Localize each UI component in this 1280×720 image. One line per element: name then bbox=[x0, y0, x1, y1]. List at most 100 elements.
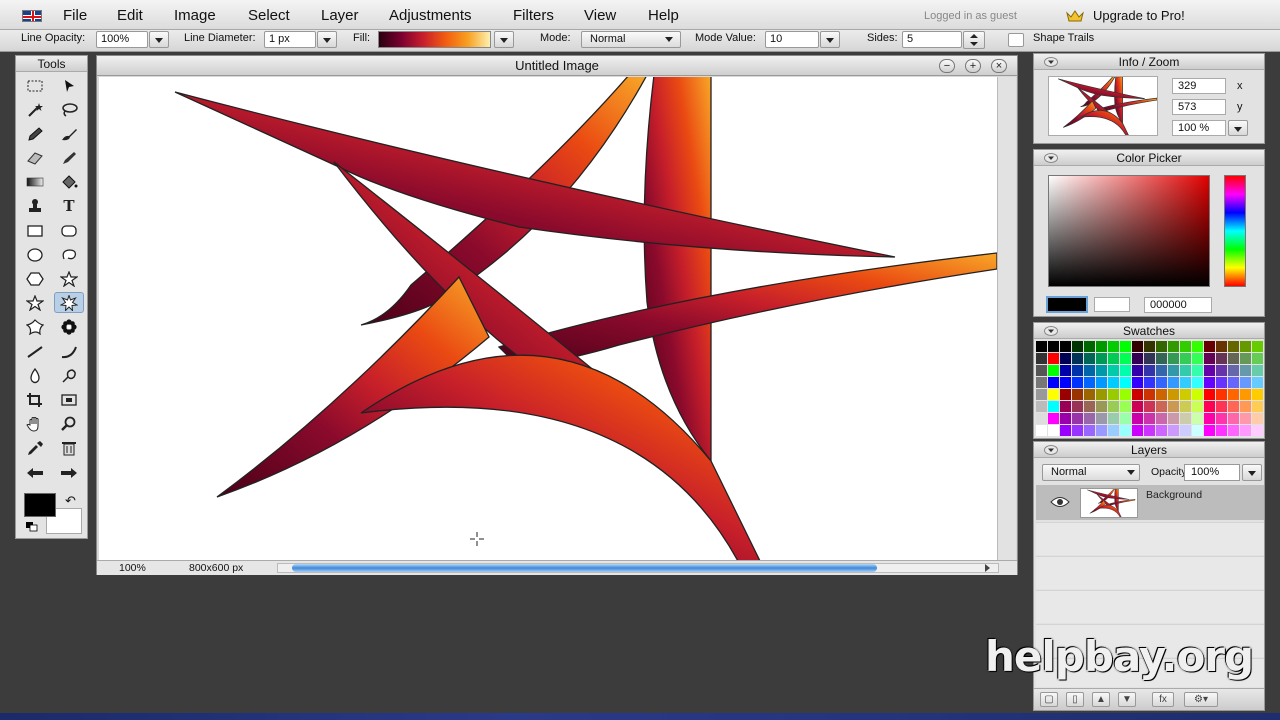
hue-slider[interactable] bbox=[1224, 175, 1246, 287]
menu-help[interactable]: Help bbox=[648, 7, 679, 24]
type-tool-icon[interactable]: T bbox=[54, 195, 84, 216]
swatch-cell[interactable] bbox=[1168, 377, 1179, 388]
fill-gradient-swatch[interactable] bbox=[378, 31, 491, 48]
layer-opacity-dropdown[interactable] bbox=[1242, 464, 1262, 481]
swatch-cell[interactable] bbox=[1192, 341, 1203, 352]
swatch-cell[interactable] bbox=[1204, 389, 1215, 400]
swatch-cell[interactable] bbox=[1096, 377, 1107, 388]
trash-icon[interactable] bbox=[54, 437, 84, 458]
swatch-cell[interactable] bbox=[1228, 377, 1239, 388]
swatch-cell[interactable] bbox=[1072, 413, 1083, 424]
saturation-brightness-field[interactable] bbox=[1048, 175, 1210, 287]
swatch-cell[interactable] bbox=[1228, 413, 1239, 424]
mode-value-field[interactable]: 10 bbox=[765, 31, 819, 48]
default-colors-icon[interactable] bbox=[26, 522, 38, 532]
swatch-cell[interactable] bbox=[1036, 425, 1047, 436]
swatch-cell[interactable] bbox=[1216, 377, 1227, 388]
swatch-cell[interactable] bbox=[1048, 365, 1059, 376]
swatch-cell[interactable] bbox=[1048, 341, 1059, 352]
swatch-cell[interactable] bbox=[1144, 401, 1155, 412]
star-shape-tool-icon[interactable] bbox=[54, 292, 84, 313]
swatch-cell[interactable] bbox=[1228, 389, 1239, 400]
vertical-scrollbar[interactable] bbox=[997, 77, 1016, 560]
language-flag-icon[interactable] bbox=[22, 10, 42, 22]
menu-filters[interactable]: Filters bbox=[513, 7, 554, 24]
swatch-cell[interactable] bbox=[1084, 401, 1095, 412]
swatch-cell[interactable] bbox=[1048, 353, 1059, 364]
swatch-cell[interactable] bbox=[1084, 425, 1095, 436]
collapse-panel-icon[interactable] bbox=[1044, 57, 1058, 67]
swatch-cell[interactable] bbox=[1168, 401, 1179, 412]
fill-dropdown[interactable] bbox=[494, 31, 514, 48]
upgrade-link[interactable]: Upgrade to Pro! bbox=[1093, 8, 1185, 23]
foreground-color-swatch[interactable] bbox=[24, 493, 56, 517]
swatch-cell[interactable] bbox=[1252, 389, 1263, 400]
swatch-cell[interactable] bbox=[1192, 365, 1203, 376]
swatch-cell[interactable] bbox=[1096, 389, 1107, 400]
collapse-panel-icon[interactable] bbox=[1044, 445, 1058, 455]
swatch-cell[interactable] bbox=[1192, 401, 1203, 412]
swatch-cell[interactable] bbox=[1180, 341, 1191, 352]
swatch-cell[interactable] bbox=[1072, 389, 1083, 400]
swatch-cell[interactable] bbox=[1132, 413, 1143, 424]
swatch-cell[interactable] bbox=[1168, 389, 1179, 400]
swatch-cell[interactable] bbox=[1192, 377, 1203, 388]
line-diameter-dropdown[interactable] bbox=[317, 31, 337, 48]
swatch-cell[interactable] bbox=[1240, 401, 1251, 412]
swatch-cell[interactable] bbox=[1240, 365, 1251, 376]
paint-bucket-tool-icon[interactable] bbox=[54, 171, 84, 192]
blur-tool-icon[interactable] bbox=[20, 365, 50, 386]
swatch-cell[interactable] bbox=[1240, 341, 1251, 352]
swatch-cell[interactable] bbox=[1144, 389, 1155, 400]
swatch-cell[interactable] bbox=[1108, 377, 1119, 388]
swatch-cell[interactable] bbox=[1120, 377, 1131, 388]
swatch-cell[interactable] bbox=[1120, 413, 1131, 424]
swatch-cell[interactable] bbox=[1156, 425, 1167, 436]
eye-visibility-icon[interactable] bbox=[1050, 496, 1070, 508]
swatch-cell[interactable] bbox=[1204, 377, 1215, 388]
swatch-cell[interactable] bbox=[1120, 425, 1131, 436]
move-layer-down-icon[interactable]: ▼ bbox=[1118, 692, 1136, 707]
swatch-cell[interactable] bbox=[1060, 377, 1071, 388]
maximize-window-icon[interactable]: + bbox=[965, 59, 981, 73]
swatch-cell[interactable] bbox=[1120, 353, 1131, 364]
zoom-tool-icon[interactable] bbox=[54, 413, 84, 434]
rounded-rectangle-tool-icon[interactable] bbox=[54, 220, 84, 241]
magic-wand-tool-icon[interactable] bbox=[20, 99, 50, 120]
swatch-cell[interactable] bbox=[1156, 353, 1167, 364]
swatch-cell[interactable] bbox=[1036, 353, 1047, 364]
layer-row[interactable]: Background bbox=[1036, 485, 1264, 520]
layer-effects-icon[interactable]: fx bbox=[1152, 692, 1174, 707]
swatch-cell[interactable] bbox=[1096, 413, 1107, 424]
swatch-cell[interactable] bbox=[1252, 365, 1263, 376]
swatch-cell[interactable] bbox=[1132, 365, 1143, 376]
marquee-tool-icon[interactable] bbox=[20, 75, 50, 96]
menu-select[interactable]: Select bbox=[248, 7, 290, 24]
swatch-cell[interactable] bbox=[1108, 353, 1119, 364]
swatch-cell[interactable] bbox=[1096, 401, 1107, 412]
swatch-cell[interactable] bbox=[1060, 353, 1071, 364]
swatch-cell[interactable] bbox=[1180, 425, 1191, 436]
swatch-cell[interactable] bbox=[1216, 413, 1227, 424]
clone-stamp-tool-icon[interactable] bbox=[20, 195, 50, 216]
horizontal-scrollbar-thumb[interactable] bbox=[292, 564, 877, 572]
swatch-cell[interactable] bbox=[1192, 413, 1203, 424]
collapse-panel-icon[interactable] bbox=[1044, 326, 1058, 336]
menu-view[interactable]: View bbox=[584, 7, 616, 24]
swatch-cell[interactable] bbox=[1072, 353, 1083, 364]
navigator-thumbnail[interactable] bbox=[1048, 76, 1158, 136]
crop-tool-icon[interactable] bbox=[20, 389, 50, 410]
delete-layer-icon[interactable]: ▯ bbox=[1066, 692, 1084, 707]
swatch-cell[interactable] bbox=[1072, 425, 1083, 436]
swatch-cell[interactable] bbox=[1132, 377, 1143, 388]
swatch-cell[interactable] bbox=[1204, 413, 1215, 424]
swatch-cell[interactable] bbox=[1096, 341, 1107, 352]
star-tool-icon[interactable] bbox=[54, 268, 84, 289]
menu-image[interactable]: Image bbox=[174, 7, 216, 24]
swatch-cell[interactable] bbox=[1132, 353, 1143, 364]
swatch-cell[interactable] bbox=[1084, 353, 1095, 364]
swatch-cell[interactable] bbox=[1180, 365, 1191, 376]
swatch-cell[interactable] bbox=[1072, 341, 1083, 352]
swatch-cell[interactable] bbox=[1120, 401, 1131, 412]
swatch-cell[interactable] bbox=[1036, 365, 1047, 376]
